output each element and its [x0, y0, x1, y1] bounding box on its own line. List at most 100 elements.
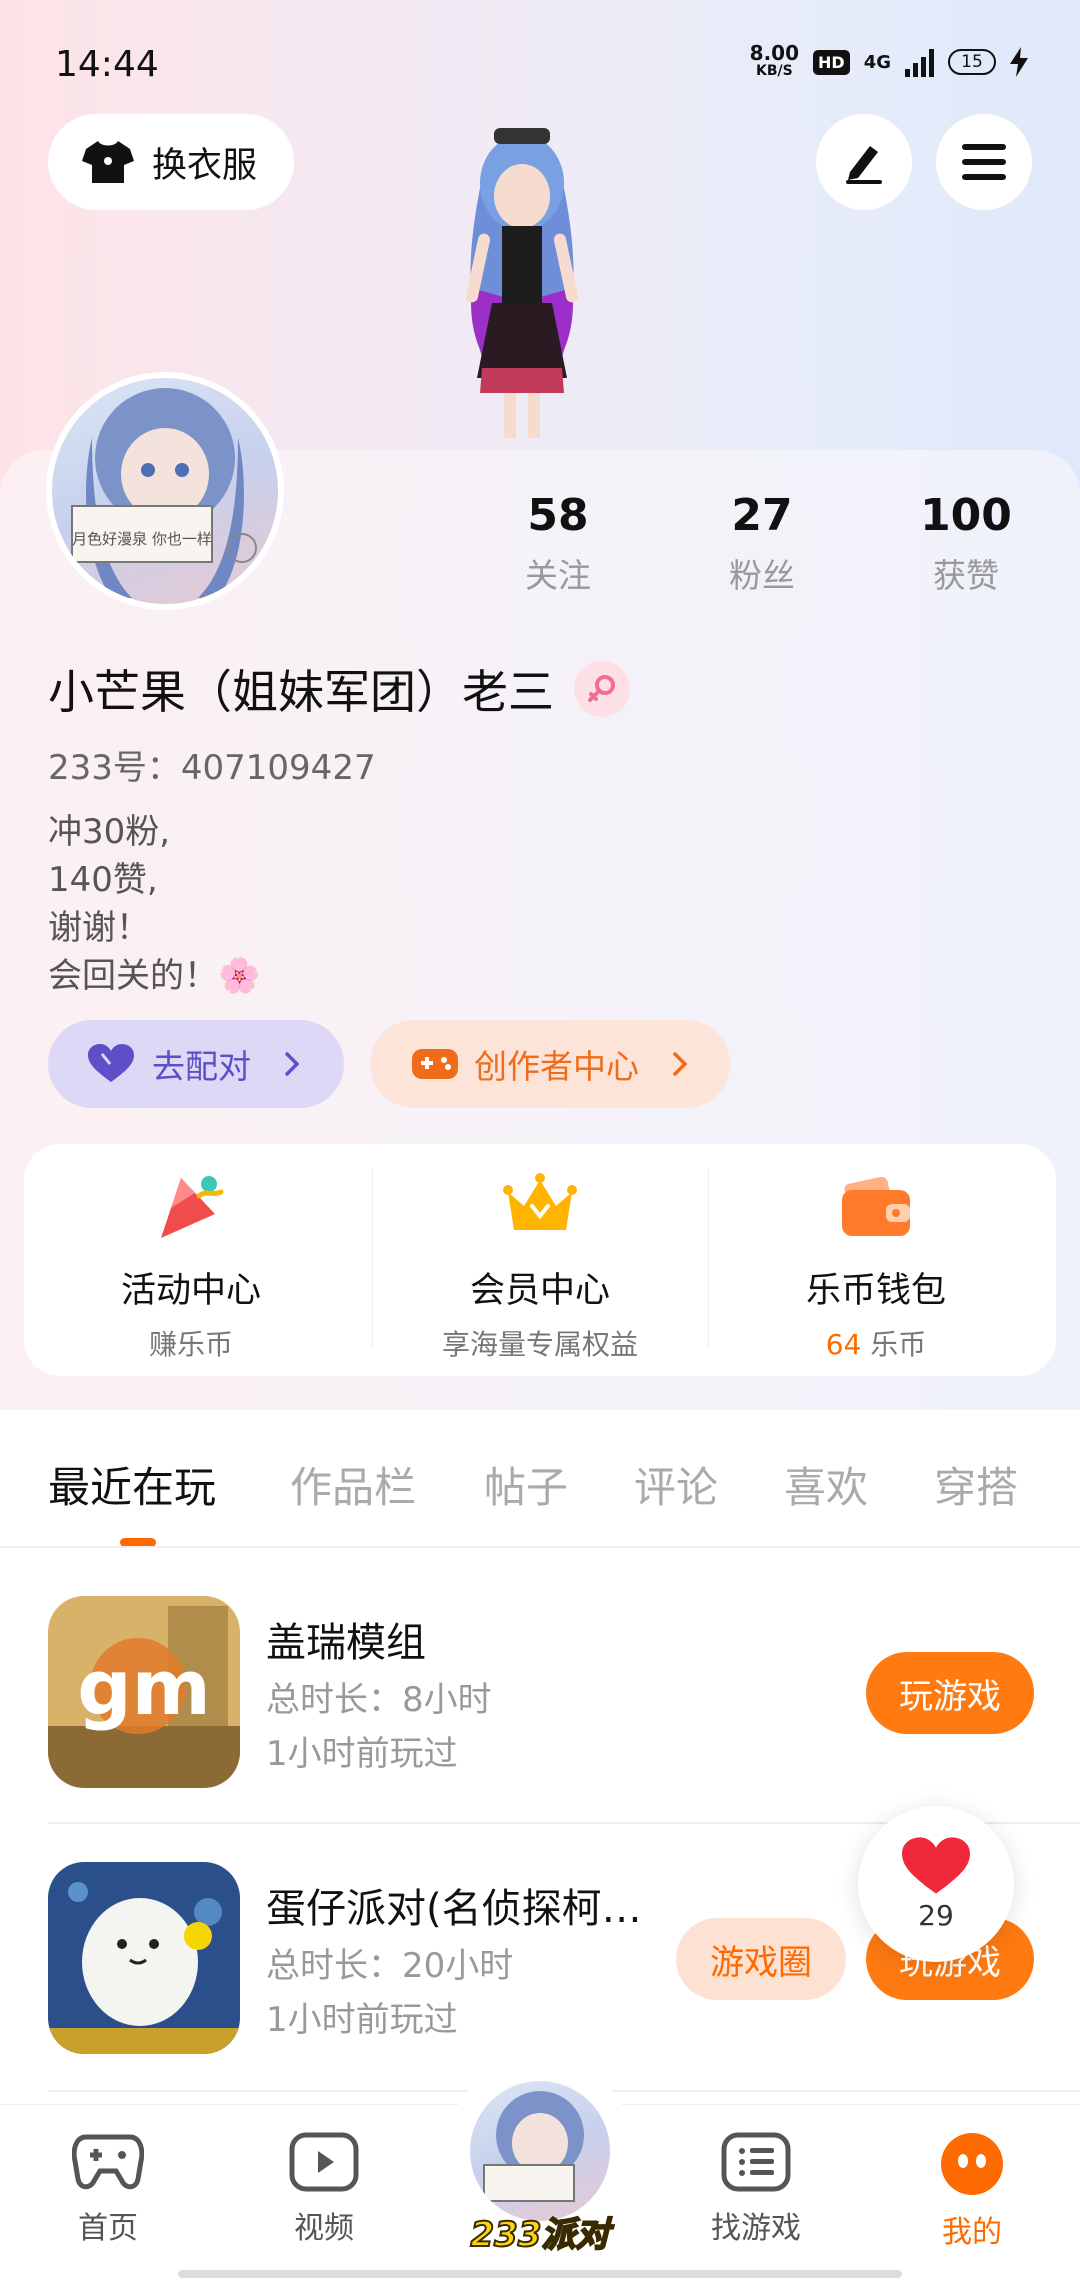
stat-fans[interactable]: 27 粉丝: [692, 490, 832, 597]
match-button[interactable]: 去配对: [48, 1020, 344, 1108]
avatar[interactable]: 月色好漫泉 你也一样: [46, 372, 284, 610]
profile-name-row: 小芒果（姐妹军团）老三: [48, 656, 630, 722]
nav-home[interactable]: 首页: [38, 2131, 178, 2247]
battery-icon: 15: [948, 49, 996, 75]
user-id: 233号：407109427: [48, 748, 376, 788]
status-time: 14:44: [55, 44, 159, 85]
game-circle-button[interactable]: 游戏圈: [676, 1918, 846, 2000]
floating-like-button[interactable]: 29: [858, 1806, 1014, 1962]
nav-home-label: 首页: [78, 2211, 138, 2246]
profile-name: 小芒果（姐妹军团）老三: [48, 665, 554, 719]
vip-center-title: 会员中心: [469, 1271, 610, 1311]
heart-icon: [88, 1044, 134, 1082]
change-outfit-label: 换衣服: [152, 145, 258, 186]
avatar-character[interactable]: [412, 118, 632, 448]
tab-recent-play[interactable]: 最近在玩: [48, 1454, 216, 1515]
chevron-right-icon: [673, 1052, 688, 1076]
wallet-sub: 64 乐币: [709, 1323, 1043, 1363]
wallet-entry[interactable]: 乐币钱包 64 乐币: [709, 1144, 1043, 1376]
game-duration: 总时长：20小时: [266, 1946, 514, 1986]
gm-logo-text: gm: [77, 1643, 211, 1732]
crown-icon: [503, 1173, 577, 1230]
game-title: 蛋仔派对(名侦探柯…: [266, 1886, 642, 1932]
stat-following-label: 关注: [525, 556, 591, 595]
bottom-nav: 首页 视频 233派对 找游戏 我的: [0, 2057, 1080, 2280]
match-label: 去配对: [152, 1047, 251, 1086]
stat-likes[interactable]: 100 获赞: [896, 490, 1036, 597]
creator-center-label: 创作者中心: [474, 1047, 639, 1086]
party-popper-icon: [161, 1176, 224, 1238]
stat-likes-count: 100: [920, 490, 1012, 541]
game-title: 盖瑞模组: [266, 1620, 426, 1666]
charging-icon: [1010, 47, 1028, 77]
edit-icon: [846, 146, 882, 184]
profile-face-icon: [941, 2133, 1003, 2195]
nav-party-label: 233派对: [470, 2214, 611, 2256]
bio-line: 会回关的！🌸: [48, 956, 261, 996]
nav-find-games-label: 找游戏: [711, 2211, 801, 2246]
stat-likes-label: 获赞: [933, 556, 999, 595]
edit-profile-button[interactable]: [816, 114, 912, 210]
network-speed: 8.00 KB/S: [749, 41, 800, 80]
avatar-image: 月色好漫泉 你也一样: [71, 388, 257, 598]
game-duration: 总时长：8小时: [266, 1680, 492, 1720]
nav-find-games[interactable]: 找游戏: [686, 2131, 826, 2247]
like-count: 29: [918, 1898, 954, 1932]
nav-party[interactable]: 233派对: [446, 2057, 634, 2256]
gamepad-icon: [71, 2134, 145, 2190]
game-last-played: 1小时前玩过: [266, 2000, 458, 2040]
party-avatar: [470, 2081, 610, 2221]
tab-comments[interactable]: 评论: [634, 1454, 718, 1515]
bio-line: 140赞,: [48, 860, 158, 900]
quick-entries: 活动中心 赚乐币 会员中心 享海量专属权益 乐币钱包 64 乐币: [24, 1144, 1056, 1376]
game-last-played: 1小时前玩过: [266, 1734, 458, 1774]
creator-center-button[interactable]: 创作者中心: [370, 1020, 730, 1108]
network-type: 4G: [863, 51, 891, 73]
speed-value: 8.00: [749, 41, 800, 65]
heart-icon: [902, 1836, 970, 1894]
profile-tabs: 最近在玩 作品栏 帖子 评论 喜欢 穿搭: [0, 1454, 1080, 1524]
bio-line: 谢谢！: [48, 908, 150, 948]
activity-center-entry[interactable]: 活动中心 赚乐币: [24, 1144, 358, 1376]
menu-icon: [962, 144, 1006, 180]
gamepad-icon: [412, 1049, 458, 1079]
nav-video[interactable]: 视频: [254, 2131, 394, 2247]
wallet-unit: 乐币: [861, 1328, 927, 1361]
home-indicator[interactable]: [178, 2270, 902, 2278]
wallet-balance: 64: [825, 1328, 862, 1361]
nav-mine-label: 我的: [942, 2215, 1002, 2250]
video-play-icon: [289, 2132, 359, 2192]
bio-line: 冲30粉,: [48, 812, 171, 852]
vip-center-entry[interactable]: 会员中心 享海量专属权益: [373, 1144, 707, 1376]
vip-center-sub: 享海量专属权益: [441, 1328, 638, 1361]
stat-following-count: 58: [527, 490, 589, 541]
list-icon: [721, 2132, 791, 2192]
activity-center-title: 活动中心: [120, 1271, 261, 1311]
nav-mine[interactable]: 我的: [902, 2131, 1042, 2251]
avatar-caption: 月色好漫泉 你也一样: [72, 530, 212, 548]
change-outfit-button[interactable]: 换衣服: [48, 114, 294, 210]
game-icon-garrys-mod[interactable]: gm: [48, 1596, 240, 1788]
tab-outfits[interactable]: 穿搭: [934, 1454, 1018, 1515]
play-game-button[interactable]: 玩游戏: [866, 1652, 1034, 1734]
speed-unit: KB/S: [755, 63, 793, 79]
wallet-icon: [842, 1176, 910, 1236]
tab-likes[interactable]: 喜欢: [784, 1454, 868, 1515]
menu-button[interactable]: [936, 114, 1032, 210]
status-icons: 8.00 KB/S HD 4G 15: [749, 41, 1028, 80]
chevron-right-icon: [285, 1052, 300, 1076]
female-icon: [574, 661, 630, 717]
tab-works[interactable]: 作品栏: [290, 1454, 416, 1515]
tshirt-icon: [82, 141, 134, 183]
status-bar: 14:44 8.00 KB/S HD 4G 15: [0, 0, 1080, 130]
stat-fans-count: 27: [731, 490, 793, 541]
nav-video-label: 视频: [294, 2211, 354, 2246]
signal-icon: [905, 47, 934, 77]
stat-following[interactable]: 58 关注: [488, 490, 628, 597]
tab-posts[interactable]: 帖子: [484, 1454, 568, 1515]
tabs-divider: [0, 1546, 1080, 1548]
game-icon-eggy-party[interactable]: [48, 1862, 240, 2054]
wallet-title: 乐币钱包: [805, 1271, 946, 1311]
profile-bio: 冲30粉, 140赞, 谢谢！ 会回关的！🌸: [48, 808, 260, 1000]
game-row-garrys-mod[interactable]: gm 盖瑞模组 总时长：8小时 1小时前玩过 玩游戏: [48, 1596, 1080, 1788]
